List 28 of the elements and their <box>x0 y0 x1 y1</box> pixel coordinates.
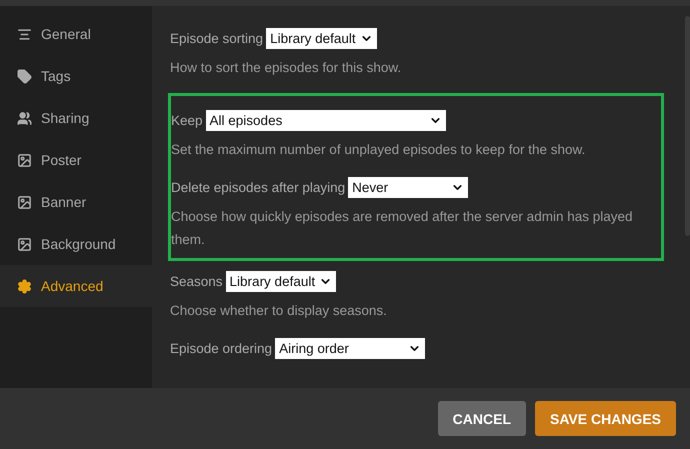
cancel-button[interactable]: CANCEL <box>438 401 526 436</box>
sidebar-item[interactable]: Poster <box>0 139 152 181</box>
image-icon <box>17 194 32 210</box>
setting-label: Seasons <box>170 274 223 288</box>
dropdown[interactable]: Never <box>348 176 468 198</box>
sidebar-item[interactable]: Banner <box>0 181 152 223</box>
sidebar-item[interactable]: Advanced <box>0 265 152 307</box>
sidebar-item[interactable]: General <box>0 13 152 55</box>
setting-description: Choose how quickly episodes are removed after the server admin has played them. <box>171 208 634 249</box>
image-icon <box>17 152 32 168</box>
dropdown[interactable]: All episodes <box>206 110 446 130</box>
lines-icon <box>17 26 32 42</box>
sidebar-item[interactable]: Sharing <box>0 97 152 139</box>
dropdown[interactable]: Library default <box>266 28 377 48</box>
setting-description: Choose whether to display seasons. <box>170 302 388 320</box>
setting-label: Delete episodes after playing <box>171 180 346 194</box>
sidebar-item[interactable]: Background <box>0 223 152 265</box>
setting-label: Episode ordering <box>170 340 272 356</box>
setting-description: Set the maximum number of unplayed episodes to keep for the show. <box>171 141 586 159</box>
dropdown[interactable]: Library default <box>226 270 336 292</box>
setting-label: Episode sorting <box>170 30 264 46</box>
tag-icon <box>17 68 32 84</box>
setting-description: How to sort the episodes for this show. <box>170 59 402 77</box>
dropdown[interactable]: Airing order <box>275 338 426 358</box>
setting-label: Keep <box>171 112 203 128</box>
users-icon <box>17 110 32 126</box>
sidebar-item[interactable]: Tags <box>0 55 152 97</box>
image-icon <box>17 236 32 252</box>
